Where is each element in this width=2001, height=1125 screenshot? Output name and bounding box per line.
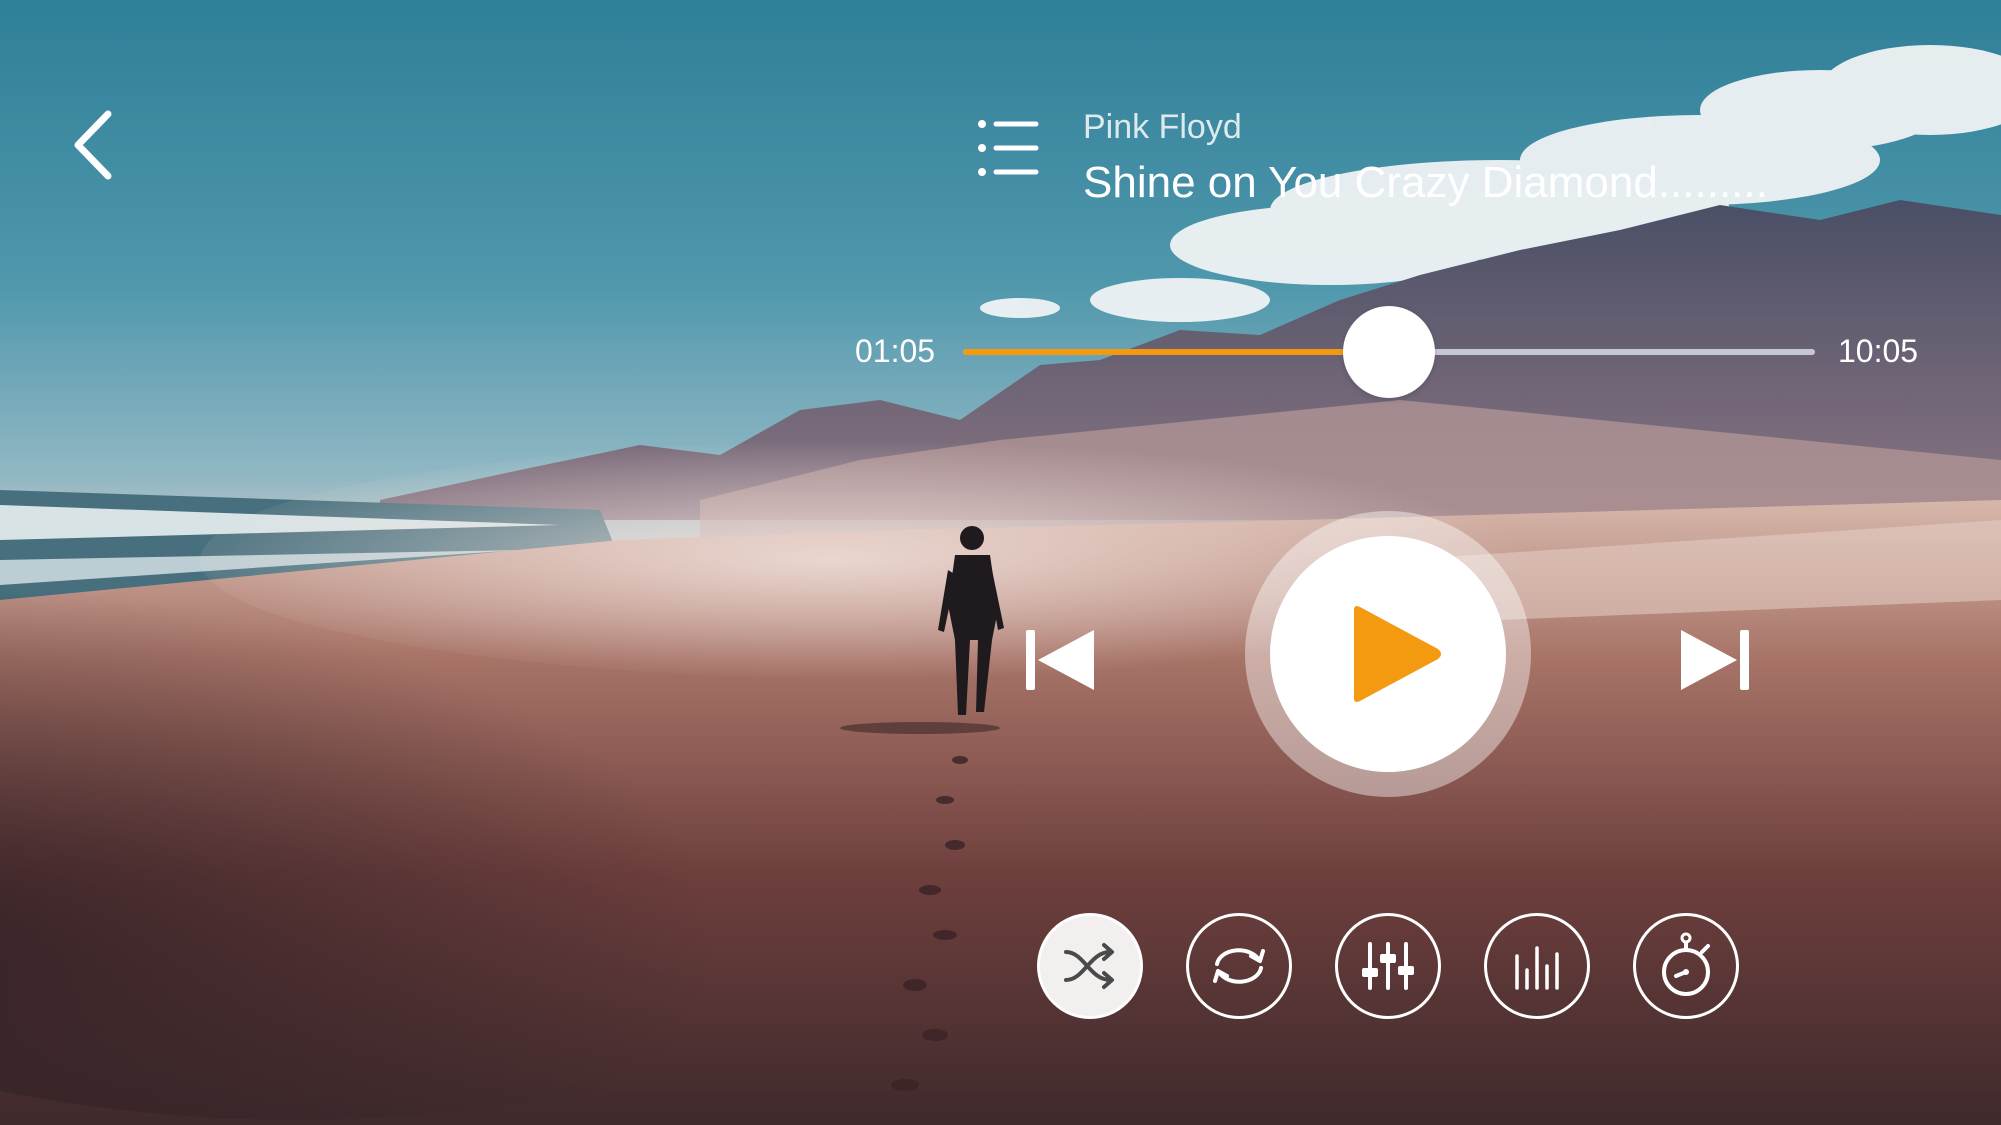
play-icon bbox=[1354, 606, 1441, 702]
chevron-left-icon bbox=[74, 110, 112, 180]
sleep-timer-button[interactable] bbox=[1633, 913, 1739, 1019]
play-button[interactable] bbox=[1270, 536, 1506, 772]
shuffle-button[interactable] bbox=[1037, 913, 1143, 1019]
skip-next-icon bbox=[1681, 630, 1749, 690]
list-icon bbox=[978, 120, 1039, 176]
spectrum-bars-icon bbox=[1515, 946, 1559, 990]
skip-previous-icon bbox=[1026, 630, 1094, 690]
previous-track-button[interactable] bbox=[1020, 620, 1100, 700]
spectrum-button[interactable] bbox=[1484, 913, 1590, 1019]
stopwatch-icon bbox=[1662, 932, 1710, 996]
equalizer-button[interactable] bbox=[1335, 913, 1441, 1019]
shuffle-icon bbox=[1064, 943, 1114, 989]
repeat-icon bbox=[1213, 948, 1265, 984]
total-time: 10:05 bbox=[1838, 333, 1919, 369]
back-button[interactable] bbox=[60, 100, 130, 190]
repeat-button[interactable] bbox=[1186, 913, 1292, 1019]
equalizer-sliders-icon bbox=[1362, 942, 1414, 990]
artist-name: Pink Floyd bbox=[1083, 108, 1242, 146]
music-player-screen: Pink Floyd Shine on You Crazy Diamond...… bbox=[0, 0, 2001, 1125]
playlist-button[interactable] bbox=[970, 112, 1042, 184]
progress-slider[interactable] bbox=[963, 306, 1815, 398]
progress-handle[interactable] bbox=[1343, 306, 1435, 398]
next-track-button[interactable] bbox=[1675, 620, 1755, 700]
current-time: 01:05 bbox=[855, 333, 936, 369]
progress-fill bbox=[963, 349, 1389, 355]
song-title: Shine on You Crazy Diamond......... bbox=[1083, 158, 1768, 207]
